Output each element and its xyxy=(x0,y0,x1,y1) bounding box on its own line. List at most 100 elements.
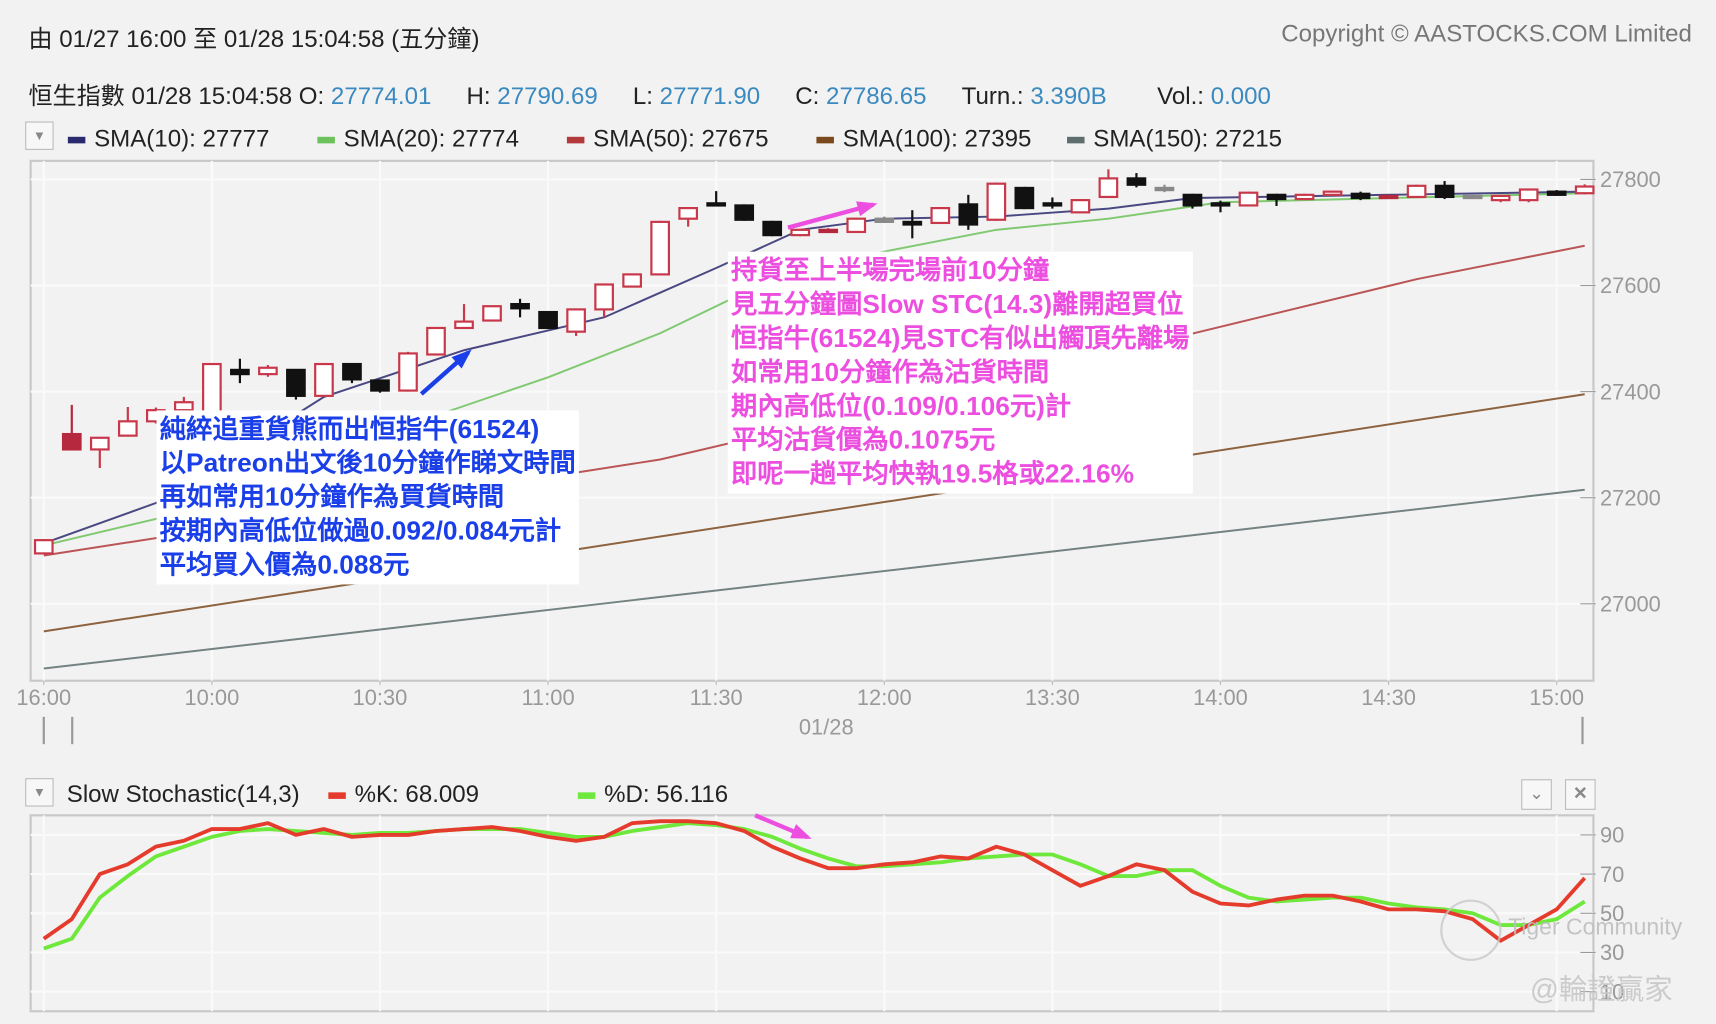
annotation-line: 純綷追重貨熊而出恒指牛(61524) xyxy=(159,414,540,445)
candle xyxy=(1070,199,1091,214)
candle-body xyxy=(1322,190,1343,196)
candle xyxy=(1294,193,1315,201)
candle-body xyxy=(398,352,418,392)
candle-body xyxy=(1434,184,1455,199)
stoch-y-tick-label: 90 xyxy=(1600,823,1624,848)
candle-body xyxy=(1518,188,1539,202)
x-tick-label: 10:00 xyxy=(185,685,240,710)
stoch-k-label: %K: 68.009 xyxy=(354,780,480,808)
watermark-author: @輪證贏家 xyxy=(1529,972,1673,1006)
candle xyxy=(538,310,558,330)
tiger-logo-icon xyxy=(1440,899,1502,961)
candle-body xyxy=(258,366,278,376)
candle-body xyxy=(678,206,699,220)
candle xyxy=(622,273,642,288)
annotation-line: 期內高低位(0.109/0.106元)計 xyxy=(731,391,1072,422)
candle-body xyxy=(117,420,138,437)
candle-body xyxy=(706,202,727,207)
candle-body xyxy=(790,228,811,237)
candle-body xyxy=(1238,191,1259,207)
candle xyxy=(846,217,867,234)
candle xyxy=(1378,194,1399,200)
x-tick-label: 14:00 xyxy=(1193,685,1248,710)
candle-body xyxy=(89,436,110,451)
close-icon: ✕ xyxy=(1572,784,1588,804)
candle xyxy=(1322,190,1343,196)
candle xyxy=(482,305,502,322)
chevron-down-icon: ⌄ xyxy=(1529,784,1544,804)
x-tick-label: 15:00 xyxy=(1529,685,1584,710)
x-tick-label: 11:30 xyxy=(690,685,743,710)
candle-body xyxy=(314,362,334,397)
candle-body xyxy=(1098,177,1119,199)
x-tick-label: 14:30 xyxy=(1361,685,1416,710)
x-tick-label: 16:00 xyxy=(16,685,71,710)
k-swatch xyxy=(328,792,346,800)
buy-annotation: 純綷追重貨熊而出恒指牛(61524) 以Patreon出文後10分鐘作睇文時間 再如… xyxy=(156,410,580,585)
candle xyxy=(790,228,811,237)
candle-body xyxy=(1042,202,1063,207)
annotation-line: 平均買入價為0.088元 xyxy=(159,550,410,581)
candle-body xyxy=(370,379,390,392)
d-swatch xyxy=(577,792,596,800)
candle xyxy=(566,308,586,336)
annotation-line: 即呢一趟平均快執19.5格或22.16% xyxy=(731,459,1134,490)
candle-body xyxy=(33,539,54,555)
annotation-line: 見五分鐘圖Slow STC(14.3)離開超買位 xyxy=(731,290,1184,320)
y-tick-label: 27400 xyxy=(1600,379,1661,404)
candle xyxy=(398,351,418,392)
candle-body xyxy=(1182,193,1203,207)
candle-body xyxy=(1378,194,1399,200)
candle xyxy=(986,182,1007,221)
candle-body xyxy=(958,203,979,226)
candle-body xyxy=(986,182,1007,221)
x-tick-label: 11:00 xyxy=(522,685,575,710)
candle-body xyxy=(174,401,194,412)
candle-body xyxy=(902,220,923,226)
candle xyxy=(930,206,951,225)
candle xyxy=(286,368,306,400)
candle xyxy=(734,204,755,221)
candle xyxy=(1518,188,1539,203)
watermark-brand: Tiger Community xyxy=(1508,914,1683,941)
candle-body xyxy=(1154,186,1175,192)
y-tick-label: 27200 xyxy=(1600,485,1661,510)
candle xyxy=(762,220,783,237)
stoch-y-tick-label: 30 xyxy=(1600,940,1624,965)
collapse-pane-button[interactable]: ⌄ xyxy=(1521,779,1552,810)
candle xyxy=(314,362,334,397)
annotation-line: 以Patreon出文後10分鐘作睇文時間 xyxy=(159,448,576,479)
candle-body xyxy=(1462,194,1483,200)
candle xyxy=(342,362,362,384)
close-pane-button[interactable]: ✕ xyxy=(1564,779,1596,810)
candle xyxy=(1462,194,1483,200)
candle xyxy=(370,379,390,393)
candle-body xyxy=(762,220,783,237)
candle-body xyxy=(566,308,586,333)
candle-body xyxy=(846,217,867,234)
candle-body xyxy=(650,220,670,276)
candle-body xyxy=(734,204,755,221)
x-tick-label: 13:30 xyxy=(1025,685,1080,710)
candle xyxy=(33,539,54,555)
chart-page: 由 01/27 16:00 至 01/28 15:04:58 (五分鐘) Cop… xyxy=(0,0,1716,1024)
x-tick-label: 12:00 xyxy=(857,685,912,710)
candle xyxy=(650,220,670,276)
candle-body xyxy=(1070,199,1091,214)
candle-body xyxy=(1266,193,1287,201)
candle xyxy=(818,228,839,234)
annotation-line: 按期內高低位做過0.092/0.084元計 xyxy=(159,516,562,547)
candle-body xyxy=(454,320,474,330)
candle-body xyxy=(342,362,362,381)
candle xyxy=(1546,190,1567,196)
candle xyxy=(1406,184,1427,199)
y-tick-label: 27600 xyxy=(1600,273,1661,298)
annotation-line: 恒指牛(61524)見STC有似出觸頂先離場 xyxy=(731,323,1190,354)
candle-body xyxy=(1574,185,1595,195)
candle xyxy=(1350,191,1371,201)
y-tick-label: 27000 xyxy=(1600,591,1661,616)
stoch-dropdown-button[interactable]: ▼ xyxy=(25,778,54,807)
candle xyxy=(1238,191,1259,207)
candle-body xyxy=(930,206,951,225)
candle-body xyxy=(230,368,250,376)
